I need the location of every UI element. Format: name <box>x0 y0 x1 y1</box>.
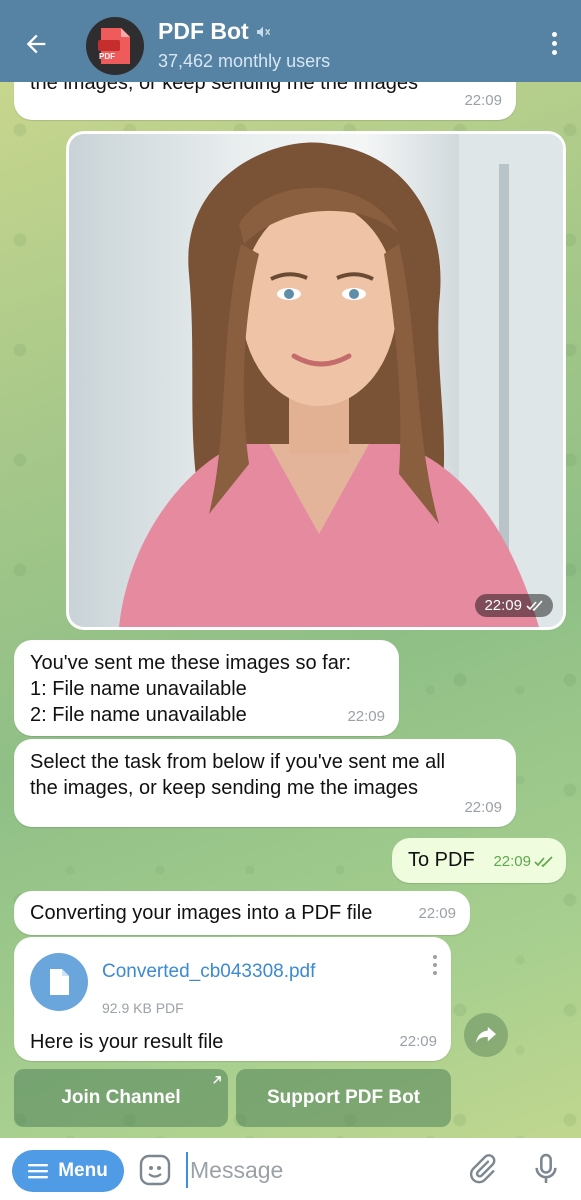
message-time: 22:09 <box>347 708 385 725</box>
chat-subtitle: 37,462 monthly users <box>158 51 331 71</box>
message-time: 22:09 <box>418 905 456 922</box>
file-size: 92.9 KB PDF <box>102 1000 184 1016</box>
join-channel-button[interactable]: Join Channel <box>14 1069 228 1127</box>
message-line: You've sent me these images so far: <box>30 652 352 674</box>
message-line: 2: File name unavailable <box>30 704 247 726</box>
photo-time: 22:09 <box>475 594 553 617</box>
avatar-label: PDF <box>99 52 115 61</box>
message-line: the images, or keep sending me the image… <box>30 777 418 799</box>
support-pdf-bot-button[interactable]: Support PDF Bot <box>236 1069 451 1127</box>
chat-title: PDF Bot <box>158 18 249 44</box>
menu-button[interactable]: Menu <box>12 1150 124 1192</box>
message-time: 22:09 <box>464 799 502 816</box>
message-text: To PDF <box>408 849 475 871</box>
file-more-icon[interactable] <box>433 955 439 975</box>
photo-message[interactable]: 22:09 <box>66 131 566 630</box>
message-input-bar: Menu <box>0 1138 581 1200</box>
share-icon[interactable] <box>464 1013 508 1057</box>
external-link-icon <box>213 1076 221 1084</box>
message-time: 22:09 <box>399 1033 437 1050</box>
avatar[interactable]: PDF <box>86 17 144 75</box>
attach-icon[interactable] <box>466 1152 502 1188</box>
sticker-icon[interactable] <box>138 1153 172 1187</box>
back-arrow-icon[interactable] <box>18 26 54 62</box>
file-name-link[interactable]: Converted_cb043308.pdf <box>102 959 315 985</box>
muted-icon <box>256 26 270 37</box>
message-time: 22:09 <box>464 92 502 109</box>
file-download-icon[interactable] <box>30 953 88 1011</box>
photo-image[interactable]: 22:09 <box>69 134 563 627</box>
more-options-icon[interactable] <box>549 32 559 58</box>
chat-header: PDF PDF Bot 37,462 monthly users <box>0 0 581 82</box>
message-time: 22:09 <box>493 849 554 875</box>
message-text: Converting your images into a PDF file <box>30 902 373 924</box>
message-line: Select the task from below if you've sen… <box>30 751 446 773</box>
hamburger-icon <box>28 1164 49 1179</box>
outgoing-message: To PDF 22:09 <box>392 838 566 883</box>
message-line: 1: File name unavailable <box>30 678 247 700</box>
message-caption: Here is your result file <box>30 1031 224 1053</box>
message-bubble: Converting your images into a PDF file 2… <box>14 891 470 935</box>
double-check-icon <box>526 599 543 611</box>
microphone-icon[interactable] <box>532 1152 564 1188</box>
double-check-icon <box>534 856 553 868</box>
file-message: Converted_cb043308.pdf 92.9 KB PDF Here … <box>14 937 451 1061</box>
message-bubble: Select the task from below if you've sen… <box>14 739 516 827</box>
message-input[interactable] <box>186 1152 456 1188</box>
message-bubble: You've sent me these images so far: 1: F… <box>14 640 399 736</box>
